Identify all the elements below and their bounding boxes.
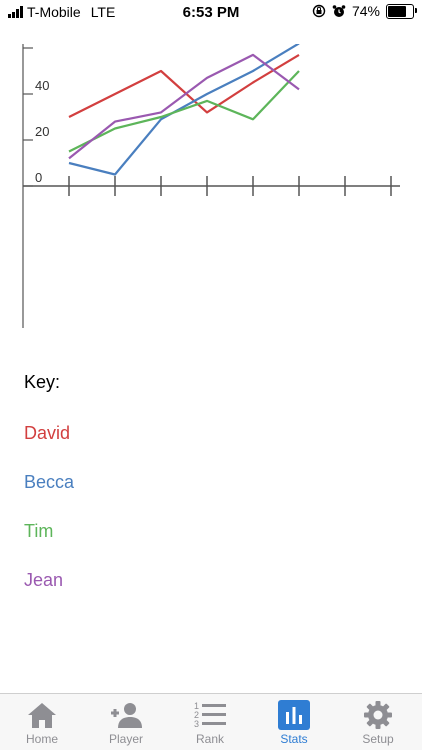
y-tick-label: 40	[35, 78, 49, 93]
tab-home[interactable]: Home	[0, 698, 84, 750]
gear-icon	[364, 701, 392, 729]
tab-stats-label: Stats	[280, 732, 308, 746]
tab-setup-label: Setup	[362, 732, 394, 746]
stats-icon	[278, 700, 310, 730]
series-line-tim	[68, 70, 300, 153]
legend-item-becca: Becca	[24, 472, 75, 492]
tab-player[interactable]: Player	[84, 698, 168, 750]
svg-text:3: 3	[194, 719, 199, 729]
tab-setup[interactable]: Setup	[336, 698, 420, 750]
y-tick-label: 60	[35, 32, 49, 47]
rank-list-icon: 1 2 3	[194, 701, 226, 729]
legend-item-david: David	[24, 423, 71, 443]
tab-rank[interactable]: 1 2 3 Rank	[168, 698, 252, 750]
tab-bar: Home Player 1 2 3 Rank Stats Setup	[0, 693, 422, 750]
y-tick-label: 20	[35, 124, 49, 139]
tab-rank-label: Rank	[195, 732, 224, 746]
stats-line-chart: 0 20 40 60	[22, 32, 400, 328]
tab-stats[interactable]: Stats	[252, 698, 336, 750]
legend-item-jean: Jean	[24, 570, 64, 590]
legend-title: Key:	[24, 372, 61, 392]
tab-home-label: Home	[25, 732, 58, 746]
add-player-icon	[111, 703, 142, 728]
legend-item-tim: Tim	[24, 521, 54, 541]
tab-player-label: Player	[108, 732, 143, 746]
y-tick-label: 0	[35, 170, 42, 185]
home-icon	[28, 703, 56, 728]
